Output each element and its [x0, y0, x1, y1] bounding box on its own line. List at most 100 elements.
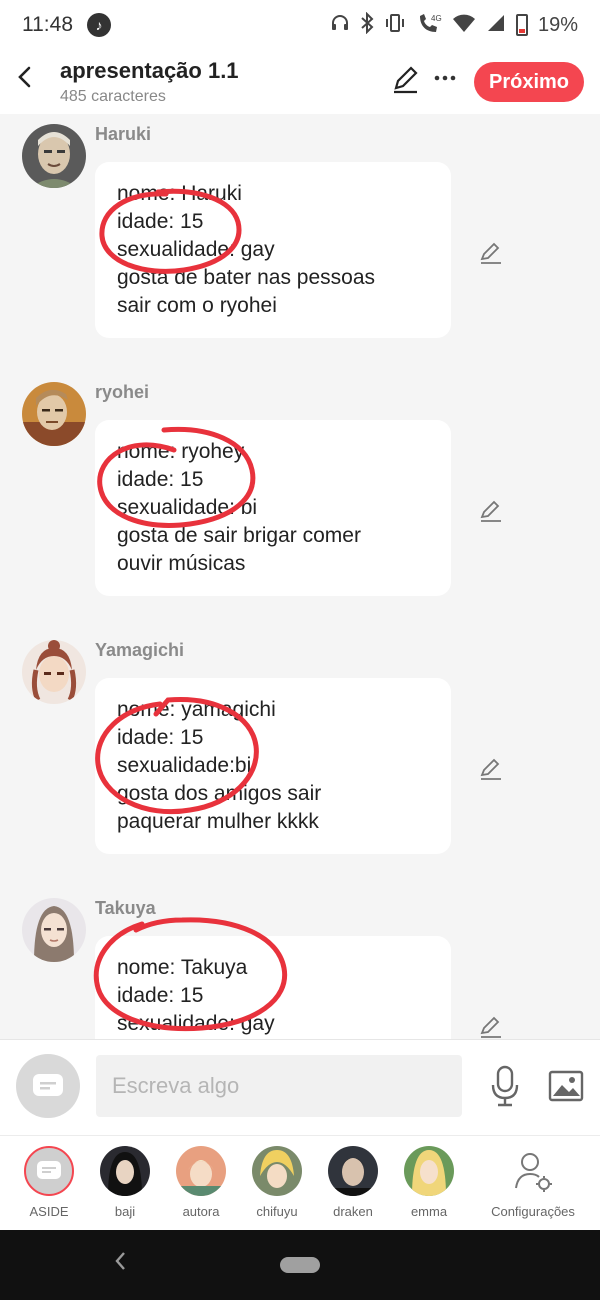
- tab-label: autora: [182, 1204, 220, 1219]
- sender-name: Takuya: [95, 898, 156, 918]
- tab-label: baji: [114, 1204, 136, 1219]
- chevron-left-icon: [115, 1252, 125, 1270]
- system-navigation-bar: [0, 1230, 600, 1300]
- battery-icon: [515, 14, 528, 36]
- message-bubble[interactable]: nome: Takuya idade: 15 sexualidade: gay: [95, 936, 451, 1039]
- more-dots-icon: [434, 75, 456, 81]
- character-avatar-image: [22, 124, 86, 188]
- status-bar: 11:48 ♪ 4G 19%: [0, 0, 600, 50]
- character-avatar-image: [176, 1146, 226, 1196]
- character-count: 485 caracteres: [60, 88, 166, 105]
- message-line: sair com o ryohei: [117, 294, 277, 317]
- vibrate-icon: [384, 13, 406, 38]
- avatar[interactable]: [22, 898, 86, 962]
- status-time: 11:48: [22, 13, 73, 36]
- message-line: nome: yamagichi: [117, 698, 276, 721]
- edit-message-button[interactable]: [478, 756, 504, 782]
- edit-message-button[interactable]: [478, 240, 504, 266]
- user-settings-icon: [515, 1153, 552, 1192]
- signal-type-label: 4G: [431, 14, 442, 23]
- tab-label: Configurações: [491, 1204, 575, 1219]
- avatar[interactable]: [22, 124, 86, 188]
- message-line: gosta de sair brigar comer: [117, 524, 361, 547]
- page-title: apresentação 1.1: [60, 58, 239, 83]
- tab-label: emma: [410, 1204, 448, 1219]
- image-upload-button[interactable]: [548, 1068, 584, 1104]
- character-avatar-image: [404, 1146, 454, 1196]
- character-avatar-image: [252, 1146, 302, 1196]
- system-home-button[interactable]: [280, 1257, 320, 1273]
- character-avatar-image: [100, 1146, 150, 1196]
- status-icons: 4G 19%: [330, 11, 578, 39]
- aside-tab-icon-wrap: [24, 1146, 74, 1196]
- message-line: nome: Haruki: [117, 182, 242, 205]
- pencil-icon: [480, 242, 501, 264]
- more-options-button[interactable]: [432, 60, 458, 94]
- message-line: sexualidade:bi: [117, 754, 252, 777]
- battery-percent: 19%: [537, 13, 578, 36]
- message-line: idade: 15: [117, 210, 204, 233]
- message-line: ouvir músicas: [117, 552, 246, 575]
- tab-emma[interactable]: emma: [394, 1144, 464, 1229]
- chat-header: apresentação 1.1 485 caracteres Próximo: [0, 50, 600, 114]
- message-bubble[interactable]: nome: Haruki idade: 15 sexualidade: gay …: [95, 162, 451, 338]
- message-line: nome: ryohey: [117, 440, 245, 463]
- app-notification-icon: ♪: [87, 13, 111, 37]
- tab-settings[interactable]: Configurações: [488, 1144, 578, 1229]
- wifi-call-icon: 4G: [416, 12, 442, 39]
- message-bubble[interactable]: nome: yamagichi idade: 15 sexualidade:bi…: [95, 678, 451, 854]
- tab-label: ASIDE: [29, 1204, 69, 1219]
- edit-message-button[interactable]: [478, 498, 504, 524]
- image-icon: [548, 1070, 584, 1102]
- microphone-button[interactable]: [488, 1064, 522, 1108]
- message-composer: [0, 1039, 600, 1135]
- message-bubble[interactable]: nome: ryohey idade: 15 sexualidade: bi g…: [95, 420, 451, 596]
- chat-bubble-icon: [37, 1161, 61, 1179]
- chat-bubble-icon: [33, 1074, 63, 1096]
- pencil-icon: [394, 66, 418, 94]
- sender-name: Haruki: [95, 124, 152, 144]
- tab-baji[interactable]: baji: [90, 1144, 160, 1229]
- tab-autora[interactable]: autora: [166, 1144, 236, 1229]
- tab-draken[interactable]: draken: [318, 1144, 388, 1229]
- message-line: idade: 15: [117, 726, 204, 749]
- tab-aside[interactable]: ASIDE: [14, 1144, 84, 1229]
- pencil-icon: [480, 1016, 501, 1038]
- microphone-icon: [491, 1065, 519, 1107]
- message-line: paquerar mulher kkkk: [117, 810, 319, 833]
- headphones-icon: [330, 13, 350, 38]
- message-line: sexualidade: gay: [117, 238, 275, 261]
- bluetooth-icon: [360, 11, 374, 39]
- character-avatar-image: [22, 640, 86, 704]
- avatar[interactable]: [22, 640, 86, 704]
- pencil-icon: [480, 758, 501, 780]
- message-line: idade: 15: [117, 984, 204, 1007]
- cell-signal-icon: [486, 13, 506, 38]
- back-button[interactable]: [10, 62, 38, 96]
- character-avatar-image: [22, 382, 86, 446]
- tab-label: chifuyu: [256, 1204, 298, 1219]
- sender-name: Yamagichi: [95, 640, 185, 660]
- edit-message-button[interactable]: [478, 1014, 504, 1039]
- settings-icon-wrap: [508, 1146, 558, 1196]
- pencil-icon: [480, 500, 501, 522]
- tab-chifuyu[interactable]: chifuyu: [242, 1144, 312, 1229]
- message-line: gosta de bater nas pessoas: [117, 266, 376, 289]
- system-back-button[interactable]: [112, 1248, 128, 1281]
- message-line: sexualidade: gay: [117, 1012, 275, 1035]
- chat-area[interactable]: Haruki nome: Haruki idade: 15 sexualidad…: [0, 114, 600, 1039]
- next-button[interactable]: Próximo: [474, 62, 584, 102]
- sender-name: ryohei: [95, 382, 150, 402]
- wifi-icon: [452, 13, 476, 38]
- chevron-left-icon: [18, 66, 31, 88]
- avatar[interactable]: [22, 382, 86, 446]
- tab-label: draken: [333, 1204, 373, 1219]
- avatar: [404, 1146, 454, 1196]
- aside-button[interactable]: [16, 1054, 80, 1118]
- edit-title-button[interactable]: [390, 62, 422, 96]
- message-line: idade: 15: [117, 468, 204, 491]
- message-input[interactable]: [96, 1055, 462, 1117]
- character-tab-bar: ASIDE baji autora chifuyu draken emma Co…: [0, 1135, 600, 1230]
- message-line: nome: Takuya: [117, 956, 248, 979]
- avatar: [328, 1146, 378, 1196]
